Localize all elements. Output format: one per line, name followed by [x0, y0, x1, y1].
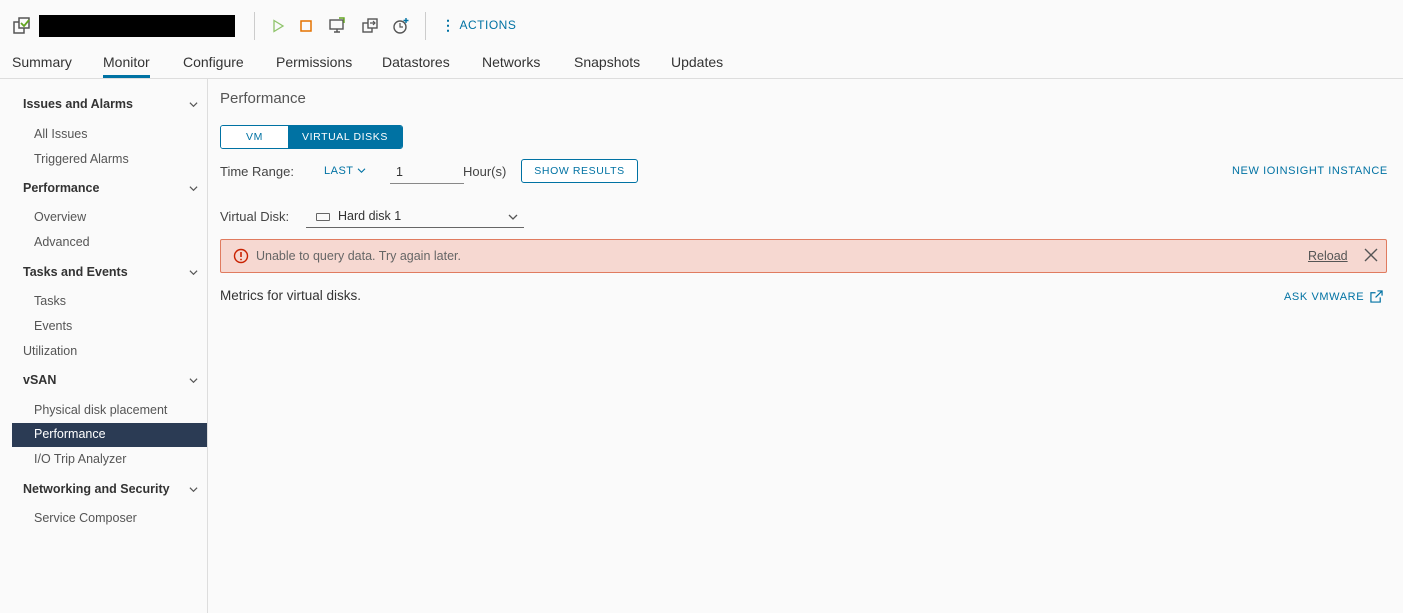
page-title: Performance — [220, 90, 306, 107]
virtual-disk-label: Virtual Disk: — [220, 209, 290, 224]
chevron-down-icon — [508, 214, 518, 220]
vm-name-redacted — [39, 15, 235, 37]
alert-message: Unable to query data. Try again later. — [256, 249, 461, 263]
tab-summary[interactable]: Summary — [12, 54, 72, 78]
hard-disk-icon — [316, 213, 330, 221]
sidebar-group-issues-and-alarms[interactable]: Issues and Alarms — [23, 97, 198, 111]
ask-vmware-link[interactable]: ASK VMWARE — [1284, 290, 1383, 303]
toggle-virtual-disks-button[interactable]: VIRTUAL DISKS — [288, 126, 402, 148]
chevron-down-icon — [189, 269, 198, 275]
alert-reload-link[interactable]: Reload — [1308, 249, 1348, 263]
tab-snapshots[interactable]: Snapshots — [574, 54, 640, 78]
sidebar-group-vsan[interactable]: vSAN — [23, 373, 198, 387]
chevron-down-icon — [189, 185, 198, 191]
time-range-label: Time Range: — [220, 164, 294, 179]
sidebar-item-label: Performance — [34, 427, 106, 441]
sidebar-item-physical-disk-placement[interactable]: Physical disk placement — [34, 403, 167, 417]
snapshot-icon[interactable] — [390, 15, 412, 37]
sidebar-group-performance[interactable]: Performance — [23, 181, 198, 195]
sidebar-item-service-composer[interactable]: Service Composer — [34, 511, 137, 525]
chevron-down-icon — [189, 486, 198, 492]
external-link-icon — [1370, 290, 1383, 303]
migrate-icon[interactable] — [359, 15, 381, 37]
sidebar-group-label: Issues and Alarms — [23, 97, 134, 111]
sidebar-group-label: Performance — [23, 181, 100, 195]
hours-unit-label: Hour(s) — [463, 164, 507, 179]
time-range-last-dropdown[interactable]: LAST — [324, 165, 366, 177]
toggle-vm-button[interactable]: VM — [221, 126, 288, 148]
chevron-down-icon — [357, 168, 366, 174]
sidebar-item-triggered-alarms[interactable]: Triggered Alarms — [34, 152, 129, 166]
tab-monitor[interactable]: Monitor — [103, 54, 150, 78]
sidebar-group-label: Tasks and Events — [23, 265, 128, 279]
sidebar-item-overview[interactable]: Overview — [34, 210, 86, 224]
sidebar-item-events[interactable]: Events — [34, 319, 72, 333]
tab-permissions[interactable]: Permissions — [276, 54, 352, 78]
error-alert: Unable to query data. Try again later. R… — [220, 239, 1387, 273]
tab-updates[interactable]: Updates — [671, 54, 723, 78]
show-results-button[interactable]: SHOW RESULTS — [521, 159, 638, 183]
power-on-icon[interactable] — [267, 15, 289, 37]
view-toggle: VM VIRTUAL DISKS — [220, 125, 403, 149]
more-vertical-icon: ⋮ — [441, 17, 456, 33]
virtual-disk-select[interactable]: Hard disk 1 — [306, 205, 524, 228]
chevron-down-icon — [189, 101, 198, 107]
sidebar-group-label: vSAN — [23, 373, 57, 387]
tab-bar: Summary Monitor Configure Permissions Da… — [0, 50, 1403, 79]
sidebar-item-tasks[interactable]: Tasks — [34, 294, 66, 308]
metrics-description: Metrics for virtual disks. — [220, 288, 362, 303]
tab-datastores[interactable]: Datastores — [382, 54, 450, 78]
ask-vmware-label: ASK VMWARE — [1284, 290, 1365, 303]
error-circle-icon — [233, 248, 249, 269]
new-ioinsight-instance-link[interactable]: NEW IOINSIGHT INSTANCE — [1232, 165, 1388, 177]
launch-console-icon[interactable] — [326, 15, 348, 37]
sidebar-item-advanced[interactable]: Advanced — [34, 235, 90, 249]
sidebar-group-tasks-and-events[interactable]: Tasks and Events — [23, 265, 198, 279]
monitor-sidebar: Issues and Alarms All Issues Triggered A… — [0, 79, 208, 613]
vm-icon — [12, 16, 32, 36]
toolbar-divider — [254, 12, 255, 40]
sidebar-group-label: Networking and Security — [23, 482, 170, 496]
toolbar-divider — [425, 12, 426, 40]
tab-configure[interactable]: Configure — [183, 54, 244, 78]
last-label: LAST — [324, 165, 354, 177]
actions-label: ACTIONS — [459, 18, 517, 32]
power-off-icon[interactable] — [295, 15, 317, 37]
toolbar: ⋮ ACTIONS — [0, 0, 1403, 50]
virtual-disk-selected-value: Hard disk 1 — [338, 209, 402, 223]
sidebar-item-vsan-performance[interactable]: Performance — [12, 423, 207, 447]
time-range-value-input[interactable] — [390, 160, 464, 184]
chevron-down-icon — [189, 377, 198, 383]
sidebar-group-networking-and-security[interactable]: Networking and Security — [23, 482, 198, 496]
sidebar-item-io-trip-analyzer[interactable]: I/O Trip Analyzer — [34, 452, 126, 466]
sidebar-item-all-issues[interactable]: All Issues — [34, 127, 88, 141]
close-icon[interactable] — [1364, 248, 1378, 267]
actions-menu-button[interactable]: ⋮ ACTIONS — [441, 18, 516, 32]
sidebar-item-utilization[interactable]: Utilization — [23, 344, 77, 358]
tab-networks[interactable]: Networks — [482, 54, 540, 78]
